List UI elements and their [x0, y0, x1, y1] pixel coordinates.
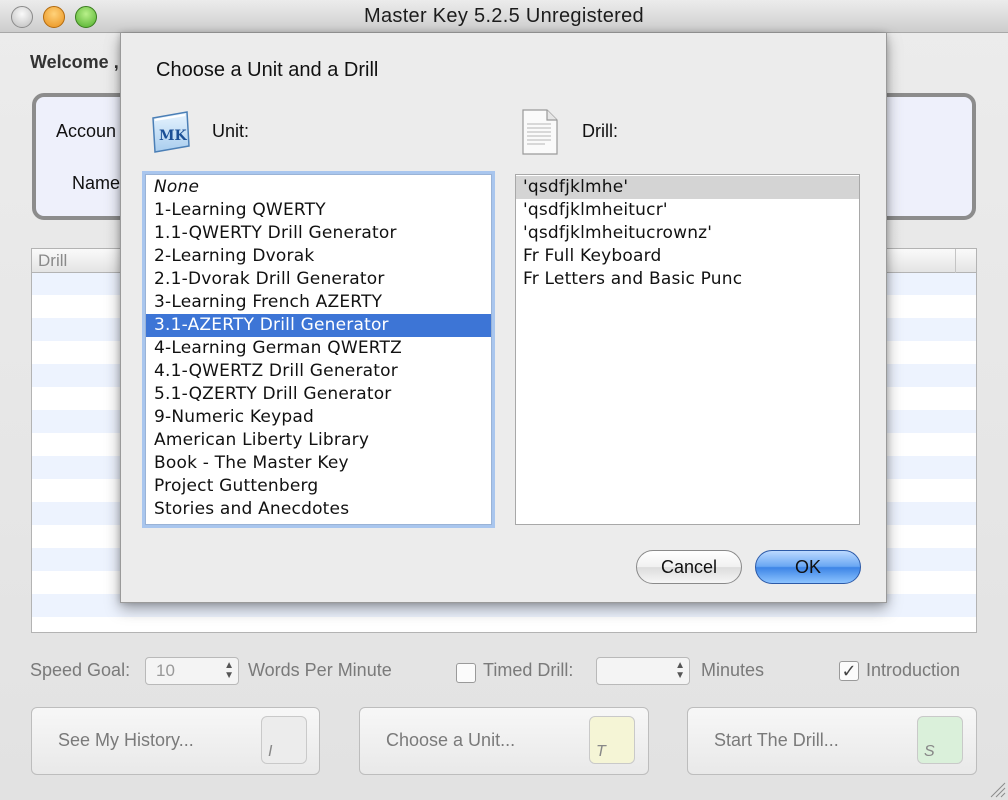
unit-label: Unit: [212, 121, 250, 141]
window-title: Master Key 5.2.5 Unregistered [364, 5, 644, 27]
shortcut-key-s: S [917, 716, 963, 764]
column-divider [955, 249, 956, 273]
minutes-label: Minutes [701, 660, 765, 680]
choose-unit-drill-sheet: Choose a Unit and a Drill MK Unit: Drill… [120, 33, 887, 603]
drill-label: Drill: [582, 121, 618, 141]
unit-list-item[interactable]: 4.1-QWERTZ Drill Generator [146, 360, 491, 383]
introduction-label: Introduction [866, 660, 961, 680]
wpm-label: Words Per Minute [248, 660, 392, 680]
ok-button[interactable]: OK [755, 550, 861, 584]
unit-list-item[interactable]: 2.1-Dvorak Drill Generator [146, 268, 491, 291]
drill-list-item[interactable]: 'qsdfjklmheitucrownz' [516, 222, 859, 245]
speed-goal-label: Speed Goal: [30, 660, 131, 680]
unit-list-item[interactable]: 2-Learning Dvorak [146, 245, 491, 268]
drill-list-item[interactable]: Fr Letters and Basic Punc [516, 268, 859, 291]
drill-list-item[interactable]: 'qsdfjklmheitucr' [516, 199, 859, 222]
master-key-app-icon: MK [152, 111, 190, 153]
welcome-text: Welcome , [30, 52, 119, 72]
see-history-button[interactable]: See My History... I [31, 707, 320, 775]
introduction-checkbox[interactable]: ✓ [839, 661, 859, 681]
speed-goal-value: 10 [156, 661, 175, 680]
choose-unit-button[interactable]: Choose a Unit... T [359, 707, 649, 775]
timed-drill-checkbox[interactable] [456, 663, 476, 683]
checkmark-icon: ✓ [841, 661, 857, 681]
start-drill-button-label: Start The Drill... [714, 730, 839, 750]
minutes-stepper[interactable]: ▲ ▼ [596, 657, 690, 685]
stepper-arrows-icon[interactable]: ▲ ▼ [224, 661, 234, 681]
unit-list-item[interactable]: 1.1-QWERTY Drill Generator [146, 222, 491, 245]
account-label: Accoun [56, 121, 117, 141]
document-icon [522, 109, 558, 155]
svg-text:MK: MK [159, 128, 187, 144]
timed-drill-label: Timed Drill: [483, 660, 574, 680]
unit-list-item[interactable]: Book - The Master Key [146, 452, 491, 475]
shortcut-key-t: T [589, 716, 635, 764]
shortcut-key-i: I [261, 716, 307, 764]
unit-list-item[interactable]: Project Guttenberg [146, 475, 491, 498]
unit-list-item[interactable]: 4-Learning German QWERTZ [146, 337, 491, 360]
drill-column-header-label: Drill [38, 251, 68, 270]
unit-list-item[interactable]: 5.1-QZERTY Drill Generator [146, 383, 491, 406]
unit-list-item[interactable]: 3-Learning French AZERTY [146, 291, 491, 314]
sheet-title: Choose a Unit and a Drill [156, 59, 379, 81]
cancel-button[interactable]: Cancel [636, 550, 742, 584]
see-history-button-label: See My History... [58, 730, 194, 750]
drill-list-item[interactable]: Fr Full Keyboard [516, 245, 859, 268]
drill-list[interactable]: 'qsdfjklmhe''qsdfjklmheitucr''qsdfjklmhe… [515, 174, 860, 525]
choose-unit-button-label: Choose a Unit... [386, 730, 516, 750]
stepper-arrows-icon[interactable]: ▲ ▼ [675, 661, 685, 681]
speed-goal-stepper[interactable]: 10 ▲ ▼ [145, 657, 239, 685]
name-label: Name [72, 173, 121, 193]
unit-list-item[interactable]: 1-Learning QWERTY [146, 199, 491, 222]
unit-list-item[interactable]: None [146, 176, 491, 199]
unit-list-item[interactable]: 9-Numeric Keypad [146, 406, 491, 429]
unit-list-item[interactable]: American Liberty Library [146, 429, 491, 452]
resize-grip-icon[interactable] [986, 778, 1006, 798]
unit-list-item[interactable]: 3.1-AZERTY Drill Generator [146, 314, 491, 337]
drill-list-item[interactable]: 'qsdfjklmhe' [516, 176, 859, 199]
title-bar[interactable]: Master Key 5.2.5 Unregistered [0, 0, 1008, 33]
unit-list-item[interactable]: Stories and Anecdotes [146, 498, 491, 521]
unit-list[interactable]: None 1-Learning QWERTY 1.1-QWERTY Drill Ge… [145, 174, 492, 525]
start-drill-button[interactable]: Start The Drill... S [687, 707, 977, 775]
